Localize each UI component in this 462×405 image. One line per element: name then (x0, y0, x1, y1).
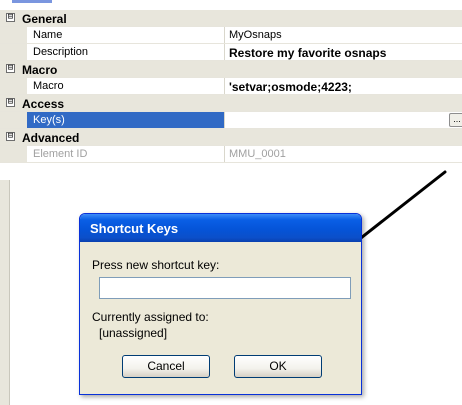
property-value: MMU_0001 (229, 148, 286, 160)
column-divider (224, 112, 225, 128)
dialog-titlebar[interactable]: Shortcut Keys (80, 214, 361, 242)
category-label: Access (22, 97, 65, 111)
tab-indicator (12, 0, 52, 3)
browse-keys-button[interactable]: ... (449, 113, 462, 127)
row-gutter (0, 44, 27, 60)
left-gutter-band (0, 180, 10, 405)
property-row-name[interactable]: Name MyOsnaps (0, 27, 462, 44)
row-gutter (0, 78, 27, 94)
currently-assigned-label: Currently assigned to: (92, 310, 209, 324)
dialog-title: Shortcut Keys (90, 221, 179, 236)
property-row-element-id: Element ID MMU_0001 (0, 146, 462, 163)
category-general[interactable]: ⊟ General (0, 10, 462, 27)
property-row-keys[interactable]: Key(s) ... (0, 112, 462, 129)
property-row-description[interactable]: Description Restore my favorite osnaps (0, 44, 462, 61)
top-strip (0, 0, 462, 10)
collapse-toggle-icon[interactable]: ⊟ (6, 132, 15, 141)
category-label: Advanced (22, 131, 80, 145)
collapse-toggle-icon[interactable]: ⊟ (6, 98, 15, 107)
property-name: Element ID (33, 148, 88, 160)
column-divider (224, 78, 225, 94)
property-name: Key(s) (33, 114, 65, 126)
property-value[interactable]: 'setvar;osmode;4223; (229, 80, 352, 94)
property-row-macro[interactable]: Macro 'setvar;osmode;4223; (0, 78, 462, 95)
property-name: Name (33, 29, 63, 41)
row-gutter (0, 27, 27, 43)
gutter-edge (9, 180, 10, 405)
property-value[interactable]: Restore my favorite osnaps (229, 46, 386, 60)
category-access[interactable]: ⊟ Access (0, 95, 462, 112)
row-gutter (0, 146, 27, 162)
column-divider (224, 27, 225, 43)
dialog-body: Press new shortcut key: Currently assign… (80, 242, 361, 394)
category-advanced[interactable]: ⊟ Advanced (0, 129, 462, 146)
row-gutter (0, 112, 27, 128)
cancel-button[interactable]: Cancel (122, 355, 210, 378)
ok-button[interactable]: OK (234, 355, 322, 378)
collapse-toggle-icon[interactable]: ⊟ (6, 13, 15, 22)
category-label: General (22, 12, 67, 26)
properties-grid: ⊟ General Name MyOsnaps Description Rest… (0, 10, 462, 163)
property-name: Macro (33, 80, 64, 92)
property-name: Description (33, 46, 89, 58)
shortcut-prompt-label: Press new shortcut key: (92, 258, 220, 272)
shortcut-key-input[interactable] (99, 277, 351, 299)
category-label: Macro (22, 63, 58, 77)
property-value[interactable]: MyOsnaps (229, 29, 282, 41)
category-macro[interactable]: ⊟ Macro (0, 61, 462, 78)
column-divider (224, 44, 225, 60)
shortcut-keys-dialog: Shortcut Keys Press new shortcut key: Cu… (79, 213, 362, 395)
currently-assigned-value: [unassigned] (99, 326, 168, 340)
column-divider (224, 146, 225, 162)
collapse-toggle-icon[interactable]: ⊟ (6, 64, 15, 73)
